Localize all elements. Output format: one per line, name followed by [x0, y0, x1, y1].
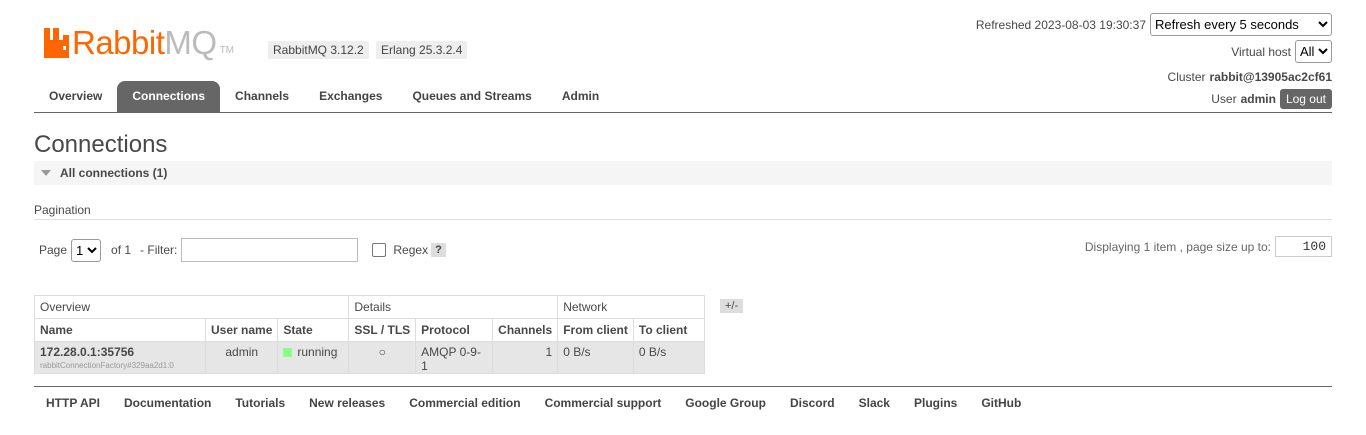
section-title: All connections (1)	[60, 166, 168, 180]
rabbit-logo-icon	[44, 28, 69, 58]
group-header-overview: Overview	[33, 295, 350, 319]
header-status-panel: Refreshed 2023-08-03 19:30:37 Refresh ev…	[976, 12, 1332, 111]
page-size-input[interactable]: 100	[1275, 236, 1332, 257]
tab-channels[interactable]: Channels	[220, 81, 304, 112]
column-header-user-name[interactable]: User name	[204, 318, 279, 342]
column-header-to-client[interactable]: To client	[632, 318, 705, 342]
page-label: Page	[39, 243, 68, 257]
footer-link-google-group[interactable]: Google Group	[673, 395, 778, 411]
page-title: Connections	[34, 131, 168, 158]
column-header-channels[interactable]: Channels	[492, 318, 559, 342]
refresh-interval-select[interactable]: Refresh every 5 seconds	[1150, 13, 1332, 36]
tab-overview[interactable]: Overview	[34, 81, 117, 112]
footer-link-commercial-edition[interactable]: Commercial edition	[397, 395, 532, 411]
tab-connections[interactable]: Connections	[117, 81, 221, 112]
logo-text-mq: MQ	[164, 24, 217, 61]
cluster-label: Cluster	[1167, 69, 1206, 84]
filter-label: - Filter:	[140, 243, 178, 257]
logo-text-rabbit: Rabbit	[72, 24, 165, 61]
nav-divider	[34, 112, 1332, 113]
connections-table: Overview Details Network Name User name …	[33, 295, 705, 374]
pagination-divider	[34, 219, 1332, 220]
state-indicator-icon	[283, 348, 293, 357]
footer-link-http-api[interactable]: HTTP API	[34, 395, 112, 411]
column-toggle-button[interactable]: +/-	[720, 299, 744, 313]
state-cell: running	[277, 341, 350, 374]
footer-link-new-releases[interactable]: New releases	[297, 395, 397, 411]
group-header-details: Details	[348, 295, 559, 319]
pagination-label: Pagination	[34, 203, 91, 217]
user-label: User	[1211, 91, 1237, 106]
main-nav: Overview Connections Channels Exchanges …	[34, 81, 614, 112]
footer-link-documentation[interactable]: Documentation	[112, 395, 223, 411]
group-header-network: Network	[557, 295, 705, 319]
display-count-label: Displaying 1 item , page size up to:	[1084, 239, 1271, 254]
logo-trademark: TM	[219, 45, 235, 56]
footer-link-commercial-support[interactable]: Commercial support	[533, 395, 674, 411]
to-client-cell: 0 B/s	[632, 341, 705, 374]
connection-name[interactable]: 172.28.0.1:35756	[40, 345, 200, 359]
regex-help-icon[interactable]: ?	[431, 243, 446, 257]
filter-input[interactable]	[181, 238, 359, 262]
cluster-name: rabbit@13905ac2cf61	[1209, 69, 1332, 84]
column-header-name[interactable]: Name	[34, 318, 206, 342]
footer-divider	[34, 386, 1332, 387]
footer-link-discord[interactable]: Discord	[778, 395, 847, 411]
protocol-cell: AMQP 0-9-1	[415, 341, 494, 374]
state-text: running	[297, 345, 338, 359]
column-header-state[interactable]: State	[277, 318, 350, 342]
channels-cell: 1	[492, 341, 559, 374]
connection-name-cell[interactable]: 172.28.0.1:35756 rabbitConnectionFactory…	[34, 341, 206, 374]
logout-button[interactable]: Log out	[1279, 88, 1332, 109]
footer-link-github[interactable]: GitHub	[969, 395, 1033, 411]
user-name-cell: admin	[204, 341, 279, 374]
ssl-tls-cell: ○	[348, 341, 417, 374]
rabbitmq-version-badge: RabbitMQ 3.12.2	[268, 41, 369, 59]
tab-exchanges[interactable]: Exchanges	[304, 81, 397, 112]
refreshed-timestamp: Refreshed 2023-08-03 19:30:37	[975, 17, 1146, 32]
column-header-protocol[interactable]: Protocol	[415, 318, 494, 342]
virtual-host-label: Virtual host	[1231, 44, 1291, 59]
connection-client-name: rabbitConnectionFactory#329aa2d1:0	[40, 361, 174, 370]
footer-link-slack[interactable]: Slack	[847, 395, 902, 411]
pagination-controls: Page 1 of 1 - Filter: Regex ?	[39, 238, 446, 262]
page-count-label: of 1	[111, 243, 132, 257]
user-name: admin	[1240, 91, 1276, 106]
tab-queues-and-streams[interactable]: Queues and Streams	[397, 81, 546, 112]
footer-link-tutorials[interactable]: Tutorials	[223, 395, 297, 411]
from-client-cell: 0 B/s	[557, 341, 634, 374]
erlang-version-badge: Erlang 25.3.2.4	[376, 41, 468, 59]
footer-links: HTTP API Documentation Tutorials New rel…	[34, 395, 1033, 411]
display-info: Displaying 1 item , page size up to: 100	[1085, 236, 1332, 257]
tab-admin[interactable]: Admin	[547, 81, 614, 112]
all-connections-section-toggle[interactable]: All connections (1)	[34, 161, 1332, 185]
footer-link-plugins[interactable]: Plugins	[902, 395, 969, 411]
collapse-triangle-icon	[41, 170, 51, 176]
regex-checkbox[interactable]	[372, 243, 387, 257]
regex-label: Regex	[393, 243, 429, 257]
column-header-from-client[interactable]: From client	[557, 318, 634, 342]
table-row[interactable]: 172.28.0.1:35756 rabbitConnectionFactory…	[34, 341, 705, 374]
page-select[interactable]: 1	[71, 238, 102, 262]
rabbitmq-logo[interactable]: Rabbit MQ TM	[44, 24, 235, 61]
virtual-host-select[interactable]: All	[1295, 40, 1332, 63]
column-header-ssl-tls[interactable]: SSL / TLS	[348, 318, 417, 342]
